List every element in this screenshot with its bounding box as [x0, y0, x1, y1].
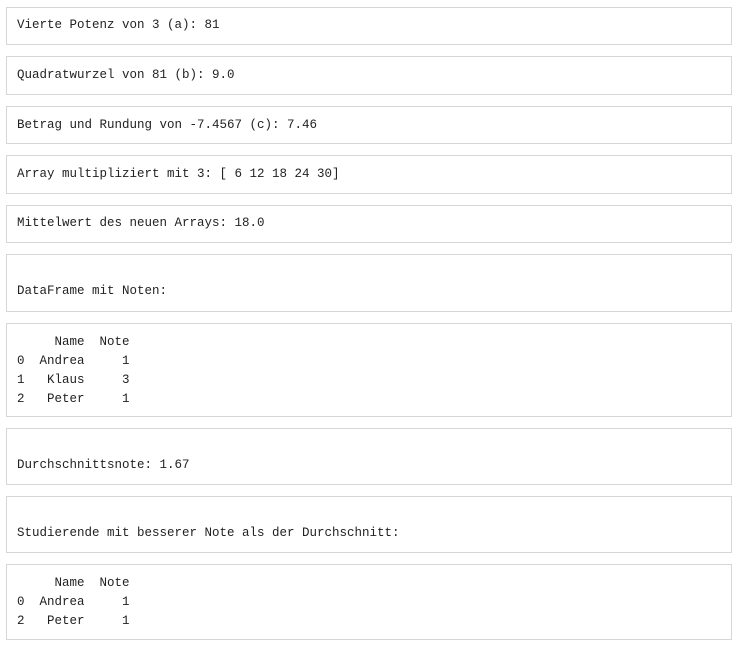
output-text-mean: Mittelwert des neuen Arrays: 18.0: [17, 216, 265, 230]
output-cell-average-grade: Durchschnittsnote: 1.67: [6, 428, 732, 485]
dataframe-table-text: Name Note 0 Andrea 1 1 Klaus 3 2 Peter 1: [17, 335, 130, 406]
better-students-table-text: Name Note 0 Andrea 1 2 Peter 1: [17, 576, 130, 628]
output-cell-better-table: Name Note 0 Andrea 1 2 Peter 1: [6, 564, 732, 640]
output-cell-dataframe-heading: DataFrame mit Noten:: [6, 254, 732, 312]
output-text-power: Vierte Potenz von 3 (a): 81: [17, 18, 220, 32]
output-cell-array: Array multipliziert mit 3: [ 6 12 18 24 …: [6, 155, 732, 194]
output-cell-dataframe-table: Name Note 0 Andrea 1 1 Klaus 3 2 Peter 1: [6, 323, 732, 417]
output-cell-power: Vierte Potenz von 3 (a): 81: [6, 7, 732, 45]
output-text-dataframe-heading: DataFrame mit Noten:: [17, 284, 168, 298]
output-cell-sqrt: Quadratwurzel von 81 (b): 9.0: [6, 56, 732, 95]
output-text-sqrt: Quadratwurzel von 81 (b): 9.0: [17, 68, 235, 82]
output-text-better-heading: Studierende mit besserer Note als der Du…: [17, 526, 400, 540]
output-text-array: Array multipliziert mit 3: [ 6 12 18 24 …: [17, 167, 340, 181]
output-cell-abs-round: Betrag und Rundung von -7.4567 (c): 7.46: [6, 106, 732, 144]
output-cell-better-heading: Studierende mit besserer Note als der Du…: [6, 496, 732, 553]
output-text-average-grade: Durchschnittsnote: 1.67: [17, 458, 190, 472]
output-cell-mean: Mittelwert des neuen Arrays: 18.0: [6, 205, 732, 243]
output-text-abs-round: Betrag und Rundung von -7.4567 (c): 7.46: [17, 118, 318, 132]
